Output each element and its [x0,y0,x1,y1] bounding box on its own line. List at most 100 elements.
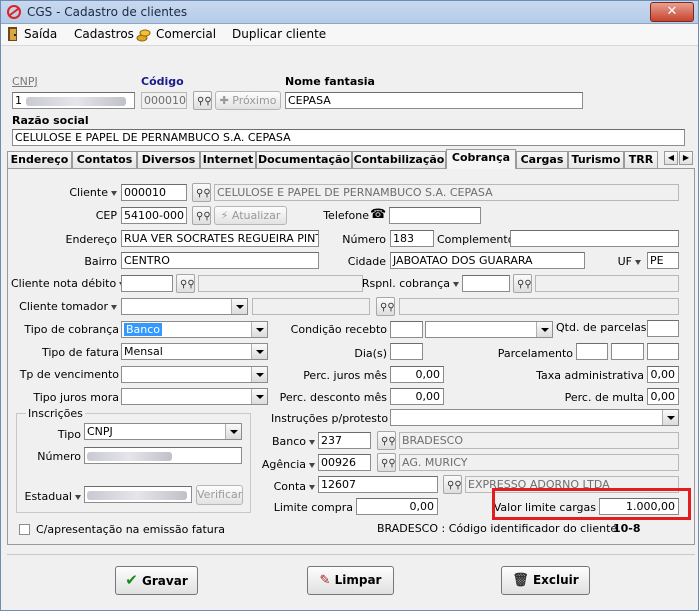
cliente-code-field[interactable]: 000010 [121,184,187,201]
rspnl-cobranca-label: Rspnl. cobrança [359,277,459,290]
cep-search-button[interactable]: ⚲⚲ [192,206,211,225]
taxa-administrativa-field[interactable]: 0,00 [647,366,679,383]
conta-label: Conta [251,480,315,493]
chevron-down-icon[interactable] [225,424,241,439]
rspnl-cobranca-name-field [535,275,679,292]
limpar-button[interactable]: ✎ Limpar [307,566,394,595]
agencia-search-button[interactable]: ⚲⚲ [377,453,396,472]
parcelamento-field-1[interactable] [576,343,608,360]
tab-scroll-right-button[interactable]: ▶ [679,151,693,165]
cep-field[interactable]: 54100-000 [121,207,187,224]
capresentacao-checkbox[interactable] [19,524,30,535]
atualizar-button[interactable]: ⚡ Atualizar [214,206,287,225]
tab-cargas[interactable]: Cargas [516,151,568,168]
tab-documentacao[interactable]: Documentação [256,151,352,168]
cliente-tomador-select[interactable] [121,298,248,315]
tp-vencimento-select[interactable] [121,366,268,383]
tab-diversos[interactable]: Diversos [137,151,200,168]
chevron-down-icon[interactable] [662,410,678,425]
phone-icon: ☎ [370,207,387,222]
parcelamento-field-3[interactable] [647,343,679,360]
chevron-down-icon[interactable] [536,322,552,337]
perc-desconto-field[interactable]: 0,00 [390,388,444,405]
rspnl-cobranca-search-button[interactable]: ⚲⚲ [513,274,532,293]
instrucoes-protesto-label: Instruções p/protesto [271,412,389,425]
banco-search-button[interactable]: ⚲⚲ [377,431,396,450]
condicao-recebto-select[interactable] [425,321,553,338]
banco-code-field[interactable]: 237 [318,432,371,449]
tab-endereco[interactable]: Endereço [7,151,72,168]
tab-trr[interactable]: TRR [624,151,658,168]
tipo-juros-mora-select[interactable] [121,388,268,405]
binoculars-search-button[interactable]: ⚲⚲ [193,91,212,110]
estadual-field[interactable] [84,486,192,503]
instrucoes-protesto-select[interactable] [390,409,679,426]
dias-field[interactable] [390,343,423,360]
perc-juros-field[interactable]: 0,00 [390,366,444,383]
numero-label: Número [342,233,386,246]
cidade-field[interactable]: JABOATAO DOS GUARARA [390,252,585,269]
cliente-tomador-name-field [252,298,370,315]
chevron-down-icon[interactable] [231,299,247,314]
bairro-field[interactable]: CENTRO [121,252,319,269]
cliente-nota-debito-search-button[interactable]: ⚲⚲ [176,274,195,293]
chevron-down-icon[interactable] [251,367,267,382]
conta-code-field[interactable]: 12607 [318,476,438,493]
rspnl-cobranca-field[interactable] [462,275,510,292]
app-logo-icon [7,5,21,19]
parcelamento-field-2[interactable] [611,343,644,360]
telefone-field[interactable] [389,207,481,224]
binoculars-icon: ⚲⚲ [381,458,396,469]
menu-cadastros[interactable]: Cadastros [74,27,134,41]
numero-field[interactable]: 183 [390,230,434,247]
chevron-down-icon[interactable] [251,344,267,359]
razao-social-field[interactable]: CELULOSE E PAPEL DE PERNAMBUCO S.A. CEPA… [12,129,685,146]
qtd-parcelas-field[interactable] [647,320,679,337]
conta-search-button[interactable]: ⚲⚲ [443,475,462,494]
cliente-search-button[interactable]: ⚲⚲ [192,183,211,202]
tipo-inscricao-select[interactable]: CNPJ [84,423,242,440]
uf-field[interactable]: PE [647,252,679,269]
menu-comercial[interactable]: Comercial [156,27,216,41]
proximo-button[interactable]: ✚ Próximo [215,91,281,110]
dias-label: Dia(s) [354,347,387,360]
nome-fantasia-field[interactable]: CEPASA [285,92,583,109]
menu-saida[interactable]: Saída [24,27,57,41]
cliente-nota-debito-field[interactable] [121,275,173,292]
gravar-button[interactable]: ✔ Gravar [115,566,198,595]
tab-internet[interactable]: Internet [200,151,256,168]
endereco-field[interactable]: RUA VER SOCRATES REGUEIRA PINT [121,230,319,247]
tab-contabilizacao[interactable]: Contabilização [352,151,446,168]
perc-multa-field[interactable]: 0,00 [647,388,679,405]
cidade-label: Cidade [347,255,386,268]
tab-scroll-left-button[interactable]: ◀ [664,151,678,165]
endereco-label: Endereço [65,233,118,246]
menu-duplicar-cliente[interactable]: Duplicar cliente [232,27,326,41]
limite-compra-field[interactable]: 0,00 [356,498,438,515]
agencia-code-field[interactable]: 00926 [318,454,371,471]
perc-multa-label: Perc. de multa [564,391,644,404]
tp-vencimento-label: Tp de vencimento [19,368,119,381]
estadual-label: Estadual [21,490,81,503]
tab-turismo[interactable]: Turismo [568,151,624,168]
close-button[interactable]: ✕ [650,2,694,22]
inscricoes-label: Inscrições [26,407,85,420]
tipo-cobranca-select[interactable]: Banco [121,321,268,338]
chevron-down-icon[interactable] [251,389,267,404]
tab-cobranca[interactable]: Cobrança [446,149,516,169]
numero-inscricao-field[interactable] [84,447,242,464]
tipo-fatura-select[interactable]: Mensal [121,343,268,360]
tab-contatos[interactable]: Contatos [72,151,137,168]
tab-strip: Endereço Contatos Diversos Internet Docu… [7,149,697,169]
sort-down-icon [309,439,315,445]
binoculars-icon: ⚲⚲ [447,480,462,491]
condicao-recebto-code-field[interactable] [390,321,423,338]
verificar-button[interactable]: Verificar [196,485,243,505]
chevron-down-icon[interactable] [251,322,267,337]
excluir-button[interactable]: 🗑 Excluir [501,566,590,595]
complemento-field[interactable] [510,230,679,247]
window-title: CGS - Cadastro de clientes [27,5,188,19]
cnpj-field[interactable]: 1 [12,92,135,109]
codigo-field[interactable]: 000010 [141,92,187,109]
cliente-tomador-search-button[interactable]: ⚲⚲ [376,297,395,316]
